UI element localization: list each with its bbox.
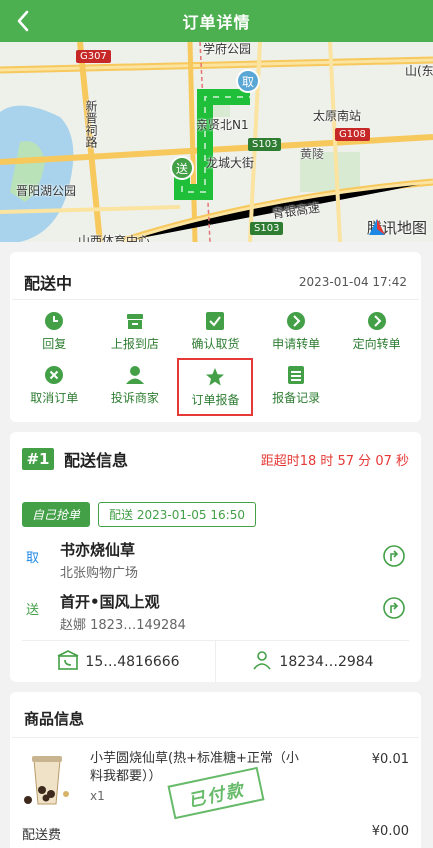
map-label: 太原南站 (313, 109, 362, 123)
apply-transfer-button[interactable]: 申请转单 (256, 306, 337, 356)
map-label: 山西体育中心 (78, 234, 151, 242)
map-provider-logo: 腾讯地图 (366, 219, 427, 237)
top-bar: 订单详情 (0, 0, 433, 42)
arrow-right-circle-icon (286, 311, 306, 331)
pickup-store-name: 书亦烧仙草 (60, 541, 136, 559)
map-label: 晋阳湖公园 (16, 184, 77, 198)
delivery-title: 配送信息 (64, 451, 129, 470)
map-label: 山(东 (405, 64, 433, 78)
delivery-card: #1 配送信息 距超时18 时 57 分 07 秒 自己抢单 配送 2023-0… (10, 432, 421, 682)
dropoff-address: 送 首开•国风上观 赵娜 1823…149284 (10, 589, 421, 641)
clock-icon (44, 311, 64, 331)
delivery-fee-row: 配送费 ¥0.00 (10, 810, 421, 843)
person-icon (125, 365, 145, 385)
call-customer-button[interactable]: 18234…2984 (215, 641, 409, 682)
complain-merchant-button[interactable]: 投诉商家 (95, 360, 176, 410)
arrow-right-circle-icon (367, 311, 387, 331)
goods-card: 商品信息 小芋圆烧仙草(热+标准糖+正常（小料我都要）） x1 ¥0.01 已付… (10, 692, 421, 848)
delivery-fee-label: 配送费 (22, 828, 62, 843)
delivery-time-tag: 配送 2023-01-05 16:50 (98, 502, 256, 527)
page-title: 订单详情 (182, 13, 251, 32)
cancel-order-button[interactable]: 取消订单 (14, 360, 95, 410)
confirm-pickup-button[interactable]: 确认取货 (175, 306, 256, 356)
map-label: 新晋祠路 (84, 100, 98, 148)
delivery-header: #1 配送信息 距超时18 时 57 分 07 秒 (10, 432, 421, 486)
pickup-navigate-button[interactable] (383, 545, 405, 567)
delivery-fee-value: ¥0.00 (371, 824, 409, 839)
navigation-icon (383, 597, 405, 619)
navigation-icon (383, 545, 405, 567)
road-badge: S103 (250, 222, 284, 235)
chevron-left-icon (17, 10, 29, 32)
customer-phone-icon (251, 650, 273, 674)
pickup-store-address: 北张购物广场 (60, 566, 139, 581)
phone-bar: 15…4816666 18234…2984 (22, 640, 409, 682)
store-phone-number: 15…4816666 (85, 653, 180, 670)
action-grid: 回复 上报到店 确认取货 申请转单 定向转单 取消订单 投诉商家 订单报备 报备… (10, 300, 421, 416)
countdown-text: 距超时18 时 57 分 07 秒 (260, 453, 409, 469)
pickup-badge: 取 (26, 551, 40, 566)
directed-transfer-button[interactable]: 定向转单 (336, 306, 417, 356)
pickup-address: 取 书亦烧仙草 北张购物广场 (10, 537, 421, 589)
dropoff-navigate-button[interactable] (383, 597, 405, 619)
road-badge: S103 (248, 138, 282, 151)
pickup-marker[interactable]: 取 (236, 69, 260, 93)
store-icon (125, 311, 145, 331)
customer-phone-number: 18234…2984 (279, 653, 374, 670)
dropoff-badge: 送 (26, 603, 40, 618)
dropoff-name: 首开•国风上观 (60, 593, 160, 611)
tencent-map-icon (368, 219, 385, 235)
list-icon (286, 365, 306, 385)
status-header: 配送中 2023-01-04 17:42 (12, 252, 419, 300)
star-icon (205, 367, 225, 387)
product-price: ¥0.01 (371, 752, 409, 767)
map-label: 黄陵 (300, 147, 325, 161)
status-card: 配送中 2023-01-04 17:42 回复 上报到店 确认取货 申请转单 定… (10, 252, 421, 422)
back-button[interactable] (8, 6, 38, 36)
status-time: 2023-01-04 17:42 (298, 274, 407, 289)
goods-item: 小芋圆烧仙草(热+标准糖+正常（小料我都要）） x1 ¥0.01 已付款 (10, 738, 421, 820)
call-store-button[interactable]: 15…4816666 (22, 641, 215, 682)
road-badge: G307 (76, 50, 111, 63)
dropoff-contact: 赵娜 1823…149284 (60, 618, 186, 633)
route-map[interactable]: 学府公园 新晋祠路 晋阳湖公园 龙城大街 黄陵 太原南站 青银高速 山西体育中心… (0, 42, 433, 242)
dropoff-marker[interactable]: 送 (170, 156, 194, 180)
order-report-button[interactable]: 订单报备 (177, 358, 254, 416)
report-records-button[interactable]: 报备记录 (256, 360, 337, 410)
order-number-badge: #1 (22, 448, 54, 470)
goods-title: 商品信息 (12, 692, 419, 738)
map-label: 龙城大街 (206, 156, 255, 170)
close-circle-icon (44, 365, 64, 385)
report-arrival-button[interactable]: 上报到店 (95, 306, 176, 356)
road-badge: G108 (335, 128, 370, 141)
grab-order-tag: 自己抢单 (22, 502, 91, 527)
status-title: 配送中 (24, 273, 73, 293)
map-label: 学府公园 (203, 42, 252, 56)
store-phone-icon (57, 649, 79, 674)
delivery-tags: 自己抢单 配送 2023-01-05 16:50 (10, 486, 421, 527)
map-label: 亲贤北N1 (196, 118, 249, 132)
product-image (22, 750, 72, 808)
check-box-icon (205, 311, 225, 331)
reply-button[interactable]: 回复 (14, 306, 95, 356)
